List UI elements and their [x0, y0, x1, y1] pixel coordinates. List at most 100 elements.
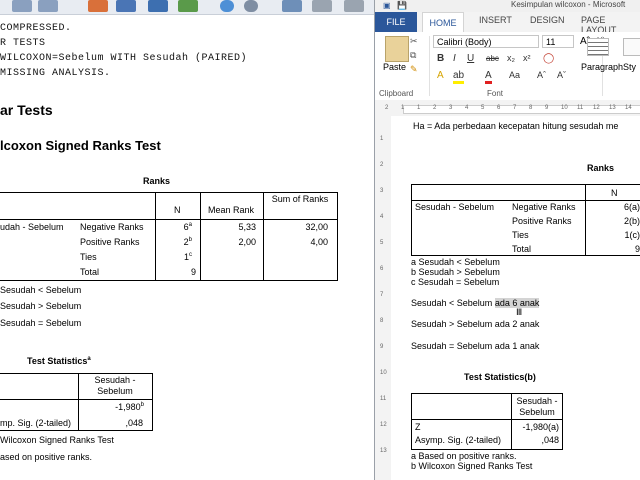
ranks-pair-label: udah - Sebelum	[0, 222, 64, 232]
doc-conclusion-line-2: Sesudah > Sebelum ada 2 anak	[411, 319, 540, 329]
ruler-number: 2	[433, 105, 437, 111]
ruler-number: 12	[593, 105, 600, 111]
doc-ranks-footnote: b Sesudah > Sebelum	[411, 267, 500, 277]
subsection-title: lcoxon Signed Ranks Test	[0, 138, 161, 153]
vruler-number: 11	[380, 396, 387, 402]
text-effects-icon[interactable]: A	[437, 70, 444, 81]
ranks-row-label: Negative Ranks	[80, 222, 144, 232]
ruler-number: 6	[497, 105, 501, 111]
ruler-number: 13	[609, 105, 616, 111]
syntax-line: MISSING ANALYSIS.	[0, 68, 111, 79]
ruler-number: 7	[513, 105, 517, 111]
vruler-number: 13	[380, 448, 387, 454]
chart-icon[interactable]	[88, 0, 108, 12]
vruler-number: 12	[380, 422, 387, 428]
paste-button[interactable]: Paste	[383, 62, 406, 72]
font-color-icon[interactable]: A	[485, 70, 492, 84]
doc-conclusion-line-3: Sesudah = Sebelum ada 1 anak	[411, 341, 540, 351]
highlight-icon[interactable]: ab	[453, 70, 465, 84]
ruler-number: 2	[385, 105, 389, 111]
ranks-footnote: Sesudah < Sebelum	[0, 285, 82, 295]
clear-format-icon[interactable]: ◯	[543, 53, 554, 64]
settings-icon[interactable]	[244, 0, 258, 12]
font-name-select[interactable]: Calibri (Body)	[433, 35, 539, 48]
text-cursor-icon: Ⅲ	[516, 307, 523, 317]
toolbar-icon-1[interactable]	[12, 0, 32, 12]
ranks-n-cell: 1c	[183, 252, 192, 262]
grow-font-icon-2[interactable]: Aˆ	[537, 70, 546, 80]
format-painter-icon[interactable]: ✎	[410, 64, 418, 75]
doc-ranks-footnote: c Sesudah = Sebelum	[411, 277, 500, 287]
doc-ranks-row-label: Negative Ranks	[512, 202, 576, 212]
clipboard-group-label: Clipboard	[379, 89, 414, 98]
horizontal-ruler[interactable]: 2 1 1 2 3 4 5 6 7 8 9 10 11 12 13 14	[375, 100, 640, 117]
bold-icon[interactable]: B	[437, 53, 444, 64]
cut-icon[interactable]: ✂	[410, 36, 418, 47]
ranks-header-sum: Sum of Ranks	[271, 194, 329, 204]
italic-icon[interactable]: I	[453, 53, 456, 64]
doc-stats-footnote: a Based on positive ranks.	[411, 451, 517, 461]
subscript-icon[interactable]: x₂	[507, 53, 515, 63]
document-page[interactable]: Ha = Ada perbedaan kecepatan hitung sesu…	[391, 116, 640, 480]
tab-file[interactable]: FILE	[375, 12, 417, 32]
paste-icon[interactable]	[385, 36, 409, 62]
save-icon[interactable]: 💾	[397, 1, 407, 10]
doc-ranks-footnote: a Sesudah < Sebelum	[411, 257, 500, 267]
tab-home[interactable]: HOME	[422, 12, 464, 33]
ruler-number: 4	[465, 105, 469, 111]
doc-stats-title: Test Statistics(b)	[464, 372, 536, 382]
ranks-footnote: Sesudah = Sebelum	[0, 318, 82, 328]
ribbon-tab-bar: FILE HOME INSERT DESIGN PAGE LAYOUT	[375, 12, 640, 35]
paragraph-button[interactable]: Paragraph	[581, 62, 623, 72]
doc-stats-footnote: b Wilcoxon Signed Ranks Test	[411, 461, 533, 471]
grid-icon[interactable]	[148, 0, 168, 12]
ranks-sum-cell: 32,00	[305, 222, 328, 232]
font-size-select[interactable]: 11	[542, 35, 574, 48]
superscript-icon[interactable]: x²	[523, 53, 531, 63]
doc-ranks-n: 6(a)	[623, 202, 640, 212]
ranks-row-label: Ties	[80, 252, 97, 262]
doc-stats-sig-value: ,048	[541, 435, 559, 445]
variables-icon[interactable]	[178, 0, 198, 12]
strikethrough-icon[interactable]: abc	[486, 54, 499, 63]
styles-button[interactable]: Sty	[623, 62, 636, 72]
vruler-number: 5	[380, 240, 384, 246]
shrink-font-icon-2[interactable]: Aˇ	[557, 70, 566, 80]
section-title: ar Tests	[0, 102, 53, 118]
underline-icon[interactable]: U	[467, 53, 474, 64]
help-icon[interactable]	[312, 0, 332, 12]
ranks-header-n: N	[174, 205, 181, 215]
tab-design[interactable]: DESIGN	[530, 15, 565, 25]
doc-ranks-pair-label: Sesudah - Sebelum	[415, 202, 495, 212]
globe-icon[interactable]	[220, 0, 234, 12]
table-icon[interactable]	[116, 0, 136, 12]
styles-icon[interactable]	[623, 38, 640, 56]
ruler-number: 8	[529, 105, 533, 111]
doc-ranks-n: 2(b)	[623, 216, 640, 226]
doc-ranks-row-label: Positive Ranks	[512, 216, 572, 226]
doc-ranks-row-label: Total	[512, 244, 532, 254]
change-case-icon[interactable]: Aa	[509, 70, 520, 80]
script-icon[interactable]	[282, 0, 302, 12]
ranks-footnote: Sesudah > Sebelum	[0, 301, 82, 311]
test-stats-sig: ,048	[125, 418, 143, 428]
ruler-number: 9	[545, 105, 549, 111]
syntax-line: R TESTS	[0, 38, 46, 49]
doc-stats-sig-label: Asymp. Sig. (2-tailed)	[415, 435, 502, 445]
test-stats-sig-label: mp. Sig. (2-tailed)	[0, 418, 72, 428]
vruler-number: 7	[380, 292, 384, 298]
test-stats-title: Test Statisticsa	[27, 356, 91, 366]
ranks-sum-cell: 4,00	[310, 237, 328, 247]
ruler-number: 11	[577, 105, 584, 111]
paragraph-icon[interactable]	[587, 38, 609, 56]
tab-insert[interactable]: INSERT	[479, 15, 512, 25]
doc-stats-z-label: Z	[415, 422, 421, 432]
vruler-number: 8	[380, 318, 384, 324]
window-title: Kesimpulan wilcoxon - Microsoft	[511, 0, 626, 9]
ruler-number: 10	[561, 105, 568, 111]
output-icon[interactable]	[344, 0, 364, 12]
copy-icon[interactable]: ⧉	[410, 50, 416, 61]
vertical-ruler[interactable]: 1 2 3 4 5 6 7 8 9 10 11 12 13	[375, 116, 392, 480]
toolbar-icon-2[interactable]	[38, 0, 58, 12]
ruler-number: 1	[401, 105, 405, 111]
